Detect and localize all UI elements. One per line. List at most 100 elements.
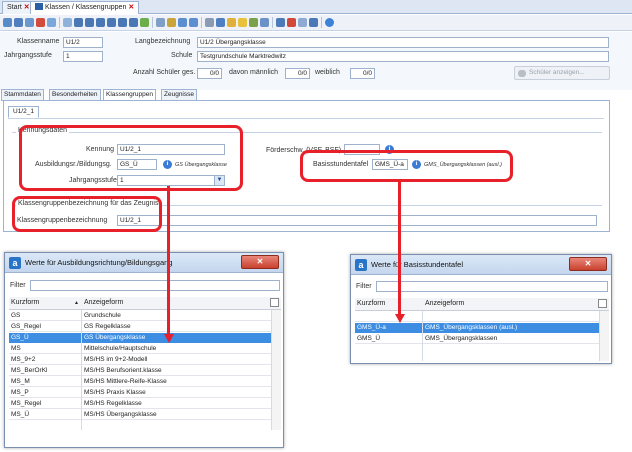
scrollbar[interactable] bbox=[271, 310, 281, 430]
close-button[interactable]: ✕ bbox=[569, 257, 607, 271]
column-kurzform[interactable]: Kurzform bbox=[357, 300, 385, 307]
new-icon[interactable] bbox=[3, 18, 12, 27]
tab-label: Start bbox=[7, 4, 22, 11]
folder-icon[interactable] bbox=[238, 18, 247, 27]
tab-klassen[interactable]: Klassen / Klassengruppen ✕ bbox=[30, 1, 140, 14]
tab-label: Klassen / Klassengruppen bbox=[45, 4, 127, 11]
table-row[interactable]: MS Mittelschule/Hauptschule bbox=[9, 344, 271, 354]
jahrgangsstufe-input[interactable]: 1 bbox=[63, 51, 103, 62]
filter-input[interactable] bbox=[30, 280, 280, 291]
column-anzeigeform[interactable]: Anzeigeform bbox=[84, 299, 123, 306]
print-icon[interactable] bbox=[47, 18, 56, 27]
table-row[interactable]: MS_Ü MS/HS Übergangsklasse bbox=[9, 410, 271, 420]
anzeigeform-cell: Grundschule bbox=[84, 312, 121, 319]
sort-asc-icon[interactable]: ▲ bbox=[74, 300, 79, 306]
kurzform-cell: MS_M bbox=[11, 378, 30, 385]
dialog-title-bar: a Werte für Ausbildungsrichtung/Bildungs… bbox=[5, 253, 283, 273]
last-record-icon[interactable] bbox=[129, 18, 138, 27]
chart-icon[interactable] bbox=[298, 18, 307, 27]
klassenname-label: Klassenname bbox=[17, 38, 60, 45]
close-icon[interactable]: ✕ bbox=[24, 4, 30, 11]
table-row[interactable]: MS_Regel MS/HS Regelklasse bbox=[9, 399, 271, 409]
filter-label: Filter bbox=[356, 283, 372, 290]
print-preview-icon[interactable] bbox=[205, 18, 214, 27]
first-record-icon[interactable] bbox=[74, 18, 83, 27]
save-icon[interactable] bbox=[14, 18, 23, 27]
dialog-title: Werte für Ausbildungsrichtung/Bildungsga… bbox=[25, 258, 173, 267]
warning-icon[interactable] bbox=[287, 18, 296, 27]
filter-icon[interactable] bbox=[156, 18, 165, 27]
dialog-ausbildung: a Werte für Ausbildungsrichtung/Bildungs… bbox=[4, 252, 284, 448]
table-icon[interactable] bbox=[189, 18, 198, 27]
prev-record-icon[interactable] bbox=[96, 18, 105, 27]
grid-header: Kurzform Anzeigeform bbox=[355, 298, 609, 311]
settings-icon[interactable] bbox=[260, 18, 269, 27]
filter-label: Filter bbox=[10, 282, 26, 289]
maennlich-value: 0/0 bbox=[285, 68, 310, 79]
table-row[interactable] bbox=[355, 312, 599, 322]
table-row[interactable]: GS_Regel GS Regelklasse bbox=[9, 322, 271, 332]
zeugnis-input[interactable]: U1/2_1 bbox=[117, 215, 597, 226]
filter-input[interactable] bbox=[376, 281, 608, 292]
users-icon[interactable] bbox=[276, 18, 285, 27]
weiblich-label: weiblich bbox=[315, 69, 340, 76]
tab-group-u1-2-1[interactable]: U1/2_1 bbox=[8, 106, 39, 118]
tab-bar: Start ✕ Klassen / Klassengruppen ✕ bbox=[0, 0, 632, 14]
table-row[interactable]: GS Grundschule bbox=[9, 311, 271, 321]
export-icon[interactable] bbox=[216, 18, 225, 27]
column-chooser-icon[interactable] bbox=[270, 298, 279, 307]
report-icon[interactable] bbox=[309, 18, 318, 27]
undo-icon[interactable] bbox=[25, 18, 34, 27]
next-record-icon[interactable] bbox=[107, 18, 116, 27]
dialog-title-bar: a Werte für Basisstundentafel ✕ bbox=[351, 255, 611, 275]
kurzform-cell: MS_Regel bbox=[11, 400, 42, 407]
schule-label: Schule bbox=[171, 52, 193, 59]
kurzform-cell: MS_9+2 bbox=[11, 356, 36, 363]
table-row[interactable]: MS_P MS/HS Praxis Klasse bbox=[9, 388, 271, 398]
next-page-icon[interactable] bbox=[118, 18, 127, 27]
help-icon[interactable] bbox=[325, 18, 334, 27]
anzahl-label: Anzahl Schüler ges. bbox=[133, 69, 196, 76]
delete-icon[interactable] bbox=[36, 18, 45, 27]
table-row[interactable]: GS_Ü GS Übergangsklasse bbox=[9, 333, 271, 343]
klassenname-input[interactable]: U1/2 bbox=[63, 37, 103, 48]
schueler-anzeigen-button[interactable]: Schüler anzeigen... bbox=[514, 66, 610, 80]
arrow-line bbox=[167, 186, 170, 336]
column-chooser-icon[interactable] bbox=[598, 299, 607, 308]
arrow-head bbox=[163, 334, 174, 343]
close-button[interactable]: ✕ bbox=[241, 255, 279, 269]
kurzform-cell: GS bbox=[11, 312, 21, 319]
column-kurzform[interactable]: Kurzform bbox=[11, 299, 39, 306]
table-row[interactable]: MS_9+2 MS/HS im 9+2-Modell bbox=[9, 355, 271, 365]
window-icon bbox=[35, 3, 43, 10]
edit-icon[interactable] bbox=[167, 18, 176, 27]
prev-page-icon[interactable] bbox=[85, 18, 94, 27]
table-row[interactable]: MS_BerOrKl MS/HS Berufsorient.klasse bbox=[9, 366, 271, 376]
anzeigeform-cell: MS/HS Praxis Klasse bbox=[84, 389, 146, 396]
copy-icon[interactable] bbox=[178, 18, 187, 27]
list-icon[interactable] bbox=[63, 18, 72, 27]
check-icon[interactable] bbox=[249, 18, 258, 27]
table-row[interactable]: GMS_Ü GMS_Übergangsklassen bbox=[355, 334, 599, 344]
weiblich-value: 0/0 bbox=[350, 68, 375, 79]
refresh-icon[interactable] bbox=[140, 18, 149, 27]
column-anzeigeform[interactable]: Anzeigeform bbox=[425, 300, 464, 307]
anzeigeform-cell: MS/HS Regelklasse bbox=[84, 400, 142, 407]
table-row[interactable]: MS_M MS/HS Mittlere-Reife-Klasse bbox=[9, 377, 271, 387]
class-form: Klassenname U1/2 Langbezeichnung U1/2 Üb… bbox=[0, 32, 632, 90]
kurzform-cell: MS_BerOrKl bbox=[11, 367, 48, 374]
dialog-basisstundentafel: a Werte für Basisstundentafel ✕ Filter K… bbox=[350, 254, 612, 364]
bulb-icon[interactable] bbox=[227, 18, 236, 27]
app-icon: a bbox=[9, 257, 21, 269]
langbezeichnung-input[interactable]: U1/2 Übergangsklasse bbox=[197, 37, 609, 48]
scrollbar[interactable] bbox=[599, 311, 609, 361]
kurzform-cell: GMS_Ü bbox=[357, 335, 381, 342]
table-row[interactable]: GMS_Ü-a GMS_Übergangsklassen (ausl.) bbox=[355, 323, 599, 333]
grid-header: Kurzform ▲ Anzeigeform bbox=[9, 297, 281, 310]
button-label: Schüler anzeigen... bbox=[529, 69, 585, 76]
arrow-line bbox=[398, 180, 401, 316]
schule-input[interactable]: Testgrundschule Marktredwitz bbox=[197, 51, 609, 62]
langbezeichnung-label: Langbezeichnung bbox=[135, 38, 191, 45]
close-icon[interactable]: ✕ bbox=[128, 4, 134, 11]
users-icon bbox=[518, 70, 526, 77]
